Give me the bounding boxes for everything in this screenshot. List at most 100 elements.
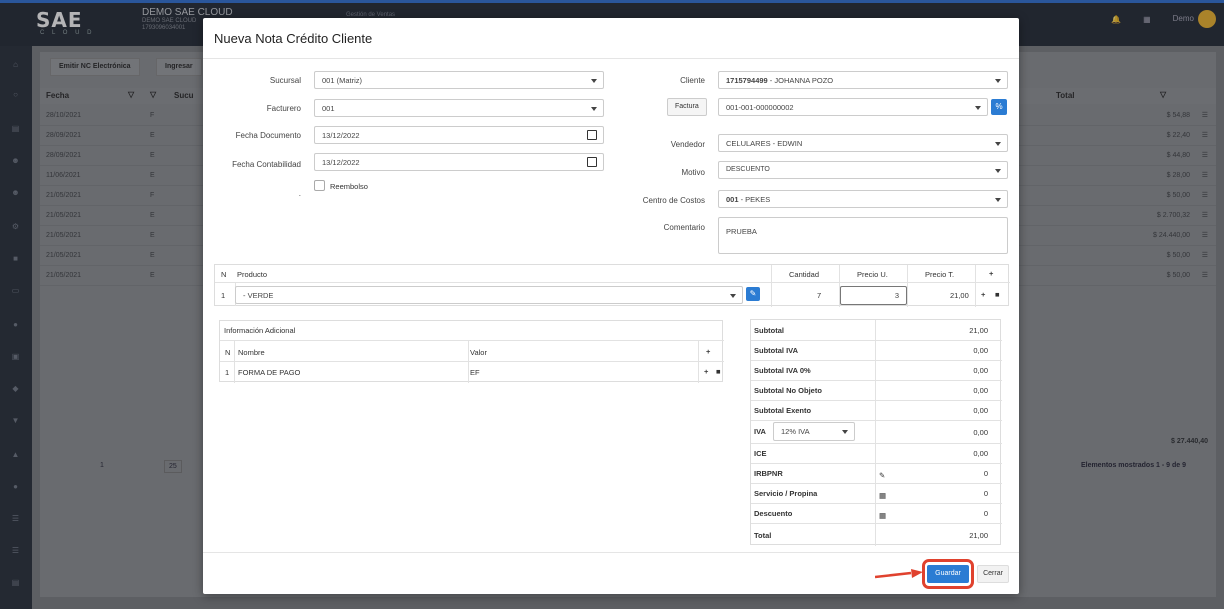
col-precio-t: Precio T.: [925, 270, 955, 279]
motivo-select[interactable]: DESCUENTO: [718, 161, 1008, 179]
divider: [907, 265, 908, 307]
chevron-down-icon: [995, 198, 1001, 202]
motivo-value: DESCUENTO: [726, 166, 770, 173]
cliente-label: Cliente: [680, 76, 705, 85]
iva-label: IVA: [754, 427, 766, 436]
info-row-n: 1: [225, 368, 230, 377]
precio-u-value: 3: [894, 291, 899, 300]
divider: [220, 340, 724, 341]
centro-costos-select[interactable]: 001 - PEKES: [718, 190, 1008, 208]
divider: [751, 340, 1002, 341]
arrow-annotation-icon: [875, 569, 923, 579]
sucursal-label: Sucursal: [269, 76, 301, 85]
centro-name: - PEKES: [738, 195, 771, 204]
col-n: N: [225, 348, 231, 357]
cliente-name: - JOHANNA POZO: [767, 76, 834, 85]
cliente-id: 1715794499: [726, 76, 768, 85]
total-value: 0,00: [973, 346, 988, 355]
vendedor-value: CELULARES - EDWIN: [726, 139, 803, 148]
total-value: 0,00: [973, 449, 988, 458]
total-label: ICE: [754, 449, 767, 458]
info-adicional-table: Información Adicional N Nombre Valor + 1…: [219, 320, 724, 383]
total-label: Descuento: [754, 509, 793, 518]
motivo-label: Motivo: [681, 168, 705, 177]
total-value: 0: [983, 509, 988, 518]
fecha-documento-label: Fecha Documento: [235, 131, 301, 140]
add-row-icon[interactable]: +: [981, 290, 985, 299]
modal-title: Nueva Nota Crédito Cliente: [214, 31, 373, 46]
total-value: 0,00: [973, 406, 988, 415]
divider: [215, 282, 1010, 283]
centro-costos-label: Centro de Costos: [642, 196, 705, 205]
chevron-down-icon: [995, 142, 1001, 146]
total-value: 0,00: [973, 386, 988, 395]
total-label: Total: [754, 531, 772, 540]
total-label: Subtotal Exento: [754, 406, 812, 415]
calendar-icon[interactable]: [587, 157, 597, 167]
fecha-contabilidad-input[interactable]: 13/12/2022: [314, 153, 604, 171]
factura-button[interactable]: Factura: [667, 98, 707, 116]
total-value: 0: [983, 469, 988, 478]
total-value: 21,00: [969, 326, 988, 335]
comentario-textarea[interactable]: PRUEBA: [718, 217, 1008, 254]
iva-select-value: 12% IVA: [781, 427, 810, 436]
link-icon[interactable]: %: [991, 99, 1007, 115]
vendedor-select[interactable]: CELULARES - EDWIN: [718, 134, 1008, 152]
add-product-button[interactable]: +: [989, 269, 993, 278]
divider: [751, 463, 1002, 464]
total-label: Subtotal IVA 0%: [754, 366, 811, 375]
chevron-down-icon: [995, 169, 1001, 173]
product-value: - VERDE: [243, 291, 274, 300]
trash-icon[interactable]: ■: [995, 290, 1000, 299]
divider: [771, 265, 772, 307]
divider: [751, 483, 1002, 484]
chevron-down-icon: [842, 430, 848, 434]
fecha-contabilidad-label: Fecha Contabilidad: [232, 160, 301, 169]
reembolso-checkbox[interactable]: [314, 180, 325, 191]
cerrar-button[interactable]: Cerrar: [977, 565, 1009, 583]
divider: [203, 58, 1019, 59]
total-label: Subtotal IVA: [754, 346, 799, 355]
edit-icon[interactable]: ✎: [746, 287, 760, 301]
reembolso-label: Reembolso: [330, 182, 368, 191]
product-select[interactable]: - VERDE: [235, 286, 743, 304]
total-label: IRBPNR: [754, 469, 783, 478]
info-row-valor[interactable]: EF: [470, 368, 480, 377]
cantidad-input[interactable]: 7: [817, 291, 821, 300]
fecha-documento-input[interactable]: 13/12/2022: [314, 126, 604, 144]
pencil-icon[interactable]: ✎: [879, 471, 885, 480]
total-value: 0,00: [973, 366, 988, 375]
calculator-icon[interactable]: ▦: [879, 491, 886, 500]
total-value: 21,00: [969, 531, 988, 540]
cliente-select[interactable]: 1715794499 - JOHANNA POZO: [718, 71, 1008, 89]
factura-select[interactable]: 001-001-000000002: [718, 98, 988, 116]
col-precio-u: Precio U.: [857, 270, 888, 279]
facturero-select[interactable]: 001: [314, 99, 604, 117]
precio-u-input[interactable]: 3: [840, 286, 907, 305]
total-value: 0: [983, 489, 988, 498]
guardar-button[interactable]: Guardar: [927, 565, 969, 583]
factura-value: 001-001-000000002: [726, 103, 794, 112]
divider: [751, 360, 1002, 361]
chevron-down-icon: [975, 106, 981, 110]
trash-icon[interactable]: ■: [716, 367, 721, 376]
divider: [975, 265, 976, 307]
products-table: N Producto Cantidad Precio U. Precio T. …: [214, 264, 1010, 307]
col-producto: Producto: [237, 270, 268, 279]
divider: [751, 503, 1002, 504]
chevron-down-icon: [730, 294, 736, 298]
info-row-nombre[interactable]: FORMA DE PAGO: [238, 368, 300, 377]
add-info-button[interactable]: +: [706, 347, 710, 356]
add-row-icon[interactable]: +: [704, 367, 708, 376]
col-nombre: Nombre: [238, 348, 265, 357]
chevron-down-icon: [591, 107, 597, 111]
fecha-contabilidad-value: 13/12/2022: [322, 158, 360, 167]
sucursal-select[interactable]: 001 (Matriz): [314, 71, 604, 89]
info-title: Información Adicional: [224, 326, 296, 335]
comentario-label: Comentario: [663, 223, 705, 232]
dot-label: .: [298, 189, 301, 198]
col-n: N: [221, 270, 227, 279]
calculator-icon[interactable]: ▦: [879, 511, 886, 520]
calendar-icon[interactable]: [587, 130, 597, 140]
iva-select[interactable]: 12% IVA: [773, 422, 855, 441]
